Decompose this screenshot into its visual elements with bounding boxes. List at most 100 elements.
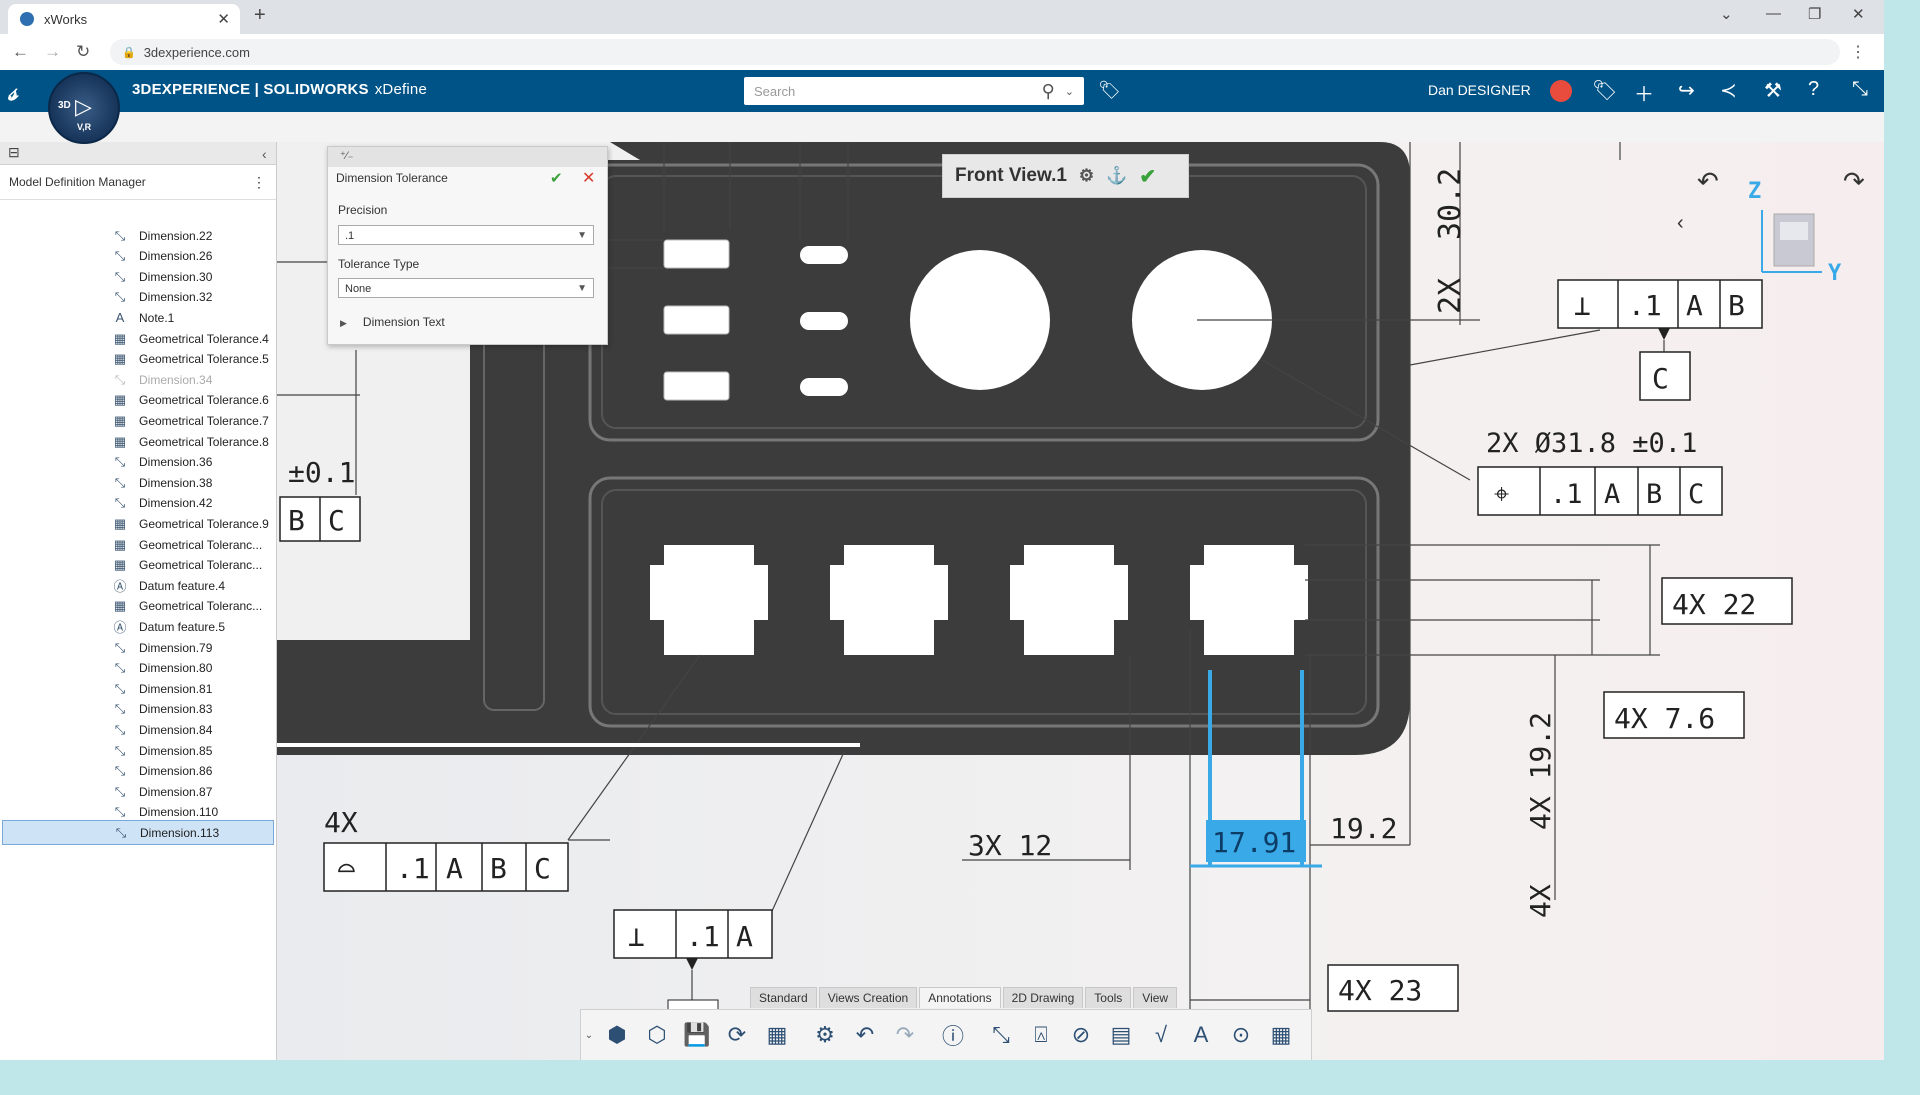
- close-window-icon[interactable]: ✕: [1852, 5, 1865, 23]
- view-properties-icon[interactable]: ⚙: [1079, 166, 1094, 186]
- dimension-icon: ⤡: [114, 763, 126, 779]
- view-confirm-icon[interactable]: ✔: [1139, 164, 1156, 189]
- tag-icon[interactable]: 🏷: [1098, 80, 1121, 101]
- svg-text:⊥: ⊥: [628, 920, 645, 953]
- tree-menu-icon[interactable]: ⋮: [252, 165, 266, 199]
- tree-item-label: Dimension.79: [139, 640, 213, 655]
- redo-icon[interactable]: ↷: [885, 1022, 925, 1048]
- notifications-icon[interactable]: 🏷: [1592, 78, 1617, 103]
- fcf-position: ⌖ .1 A B C: [1477, 466, 1723, 516]
- balloon-icon[interactable]: ⊙: [1221, 1022, 1261, 1048]
- tab-2d-drawing[interactable]: 2D Drawing: [1002, 987, 1084, 1008]
- search-icon[interactable]: ⚲: [1042, 81, 1055, 102]
- tree-item-label: Dimension.26: [139, 249, 213, 264]
- note-icon: A: [115, 310, 125, 326]
- dimension-icon: ⤡: [114, 804, 126, 820]
- gtol-tool-icon[interactable]: ▤: [1101, 1022, 1141, 1048]
- dimension-tool-icon[interactable]: ⤡: [981, 1022, 1021, 1048]
- favicon-icon: [20, 12, 34, 26]
- collapse-toolbar-icon[interactable]: ⌄: [581, 1030, 597, 1041]
- communicate-icon[interactable]: ≺: [1720, 78, 1737, 103]
- tree-item-label: Dimension.85: [139, 743, 213, 758]
- collapse-panel-icon[interactable]: ‹: [262, 146, 267, 162]
- new-tab-icon[interactable]: +: [254, 4, 266, 27]
- browser-tab[interactable]: xWorks ✕: [8, 4, 240, 34]
- back-icon[interactable]: ←: [12, 42, 29, 62]
- reload-icon[interactable]: ↻: [76, 42, 90, 62]
- close-tab-icon[interactable]: ✕: [217, 10, 230, 28]
- svg-text:4X: 4X: [1524, 884, 1557, 918]
- datum-feature-icon[interactable]: ⍓: [1021, 1022, 1061, 1048]
- share-icon[interactable]: ↪: [1678, 78, 1695, 103]
- add-icon[interactable]: ＋: [1634, 78, 1654, 107]
- tab-views-creation[interactable]: Views Creation: [818, 987, 918, 1008]
- tree-icon[interactable]: ⊟: [8, 144, 20, 161]
- datum-target-icon[interactable]: ⊘: [1061, 1022, 1101, 1048]
- forward-icon[interactable]: →: [44, 42, 61, 62]
- hole-note: 2X Ø31.8 ±0.1: [1486, 428, 1697, 459]
- tree-item[interactable]: ⤡ Dimension.113: [2, 820, 274, 846]
- cancel-button[interactable]: ✕: [582, 168, 595, 188]
- minimize-icon[interactable]: —: [1766, 5, 1781, 22]
- gtol-icon: ▦: [113, 515, 127, 531]
- compass-vr-label: V,R: [77, 122, 92, 132]
- browser-menu-icon[interactable]: ⋮: [1850, 42, 1866, 62]
- part-icon[interactable]: ⬡: [637, 1022, 677, 1048]
- tab-standard[interactable]: Standard: [750, 987, 817, 1008]
- rotate-right-icon[interactable]: ↷: [1843, 166, 1865, 197]
- save-icon[interactable]: 💾: [677, 1022, 717, 1048]
- undo-icon[interactable]: ↶: [845, 1022, 885, 1048]
- datum-icon: Ⓐ: [113, 620, 127, 636]
- svg-text:C: C: [534, 852, 551, 885]
- tree-item-label: Geometrical Tolerance.8: [139, 434, 269, 449]
- settings-icon[interactable]: ⚙: [805, 1022, 845, 1048]
- dim-3x-12: 3X 12: [968, 829, 1052, 862]
- dimension-icon: ⤡: [114, 227, 126, 243]
- tree-item-label: Geometrical Tolerance.6: [139, 393, 269, 408]
- roughness-icon[interactable]: √: [1141, 1022, 1181, 1048]
- view-3d-icon[interactable]: ⬢: [597, 1022, 637, 1048]
- lock-icon: 🔒: [122, 46, 136, 59]
- tolerance-type-select[interactable]: None ▼: [338, 278, 594, 298]
- search-input[interactable]: Search ⚲ ⌄: [744, 77, 1084, 105]
- layout-icon[interactable]: ▦: [757, 1022, 797, 1048]
- tree-item-label: Dimension.80: [139, 661, 213, 676]
- tree-item-label: Dimension.83: [139, 702, 213, 717]
- dimension-text-expander[interactable]: ▶ Dimension Text: [340, 315, 445, 329]
- text-icon[interactable]: A: [1181, 1022, 1221, 1048]
- tree-item-label: Geometrical Toleranc...: [139, 599, 263, 614]
- dimension-icon: ⤡: [114, 660, 126, 676]
- chevron-left-icon[interactable]: ‹: [1677, 212, 1684, 235]
- table-icon[interactable]: ▦: [1261, 1022, 1301, 1048]
- fullscreen-icon[interactable]: ⤡: [1852, 78, 1868, 101]
- rotate-left-icon[interactable]: ↶: [1697, 166, 1719, 197]
- svg-text:A: A: [736, 920, 753, 953]
- slot: [663, 371, 730, 401]
- view-anchor-icon[interactable]: ⚓: [1106, 166, 1127, 186]
- avatar[interactable]: [1550, 80, 1572, 102]
- url-text: 3dexperience.com: [143, 44, 250, 60]
- restore-icon[interactable]: ❐: [1808, 5, 1821, 23]
- axis-y-label: Y: [1828, 261, 1842, 286]
- tab-annotations[interactable]: Annotations: [919, 987, 1001, 1008]
- dim-4x-7-6: 4X 7.6: [1614, 702, 1715, 735]
- user-name[interactable]: Dan DESIGNER: [1428, 82, 1531, 98]
- tab-search-icon[interactable]: ⌄: [1720, 5, 1733, 23]
- front-view-banner[interactable]: Front View.1 ⚙ ⚓ ✔: [942, 154, 1189, 198]
- dimension-tolerance-panel: ⁺⁄₋ Dimension Tolerance ✔ ✕ Precision .1…: [327, 146, 608, 345]
- precision-label: Precision: [338, 203, 388, 217]
- chevron-down-icon[interactable]: ⌄: [1065, 85, 1074, 98]
- ds-logo-icon[interactable]: 𝓈: [8, 76, 18, 108]
- action-bar-tabs: Standard Views Creation Annotations 2D Draw…: [750, 987, 1179, 1008]
- tree-item-label: Dimension.81: [139, 681, 213, 696]
- tab-view[interactable]: View: [1133, 987, 1178, 1008]
- help-icon[interactable]: ?: [1808, 78, 1819, 101]
- help-icon[interactable]: ⓘ: [933, 1019, 973, 1051]
- precision-select[interactable]: .1 ▼: [338, 225, 594, 245]
- tab-tools[interactable]: Tools: [1085, 987, 1132, 1008]
- ok-button[interactable]: ✔: [550, 169, 563, 187]
- url-field[interactable]: 🔒 3dexperience.com: [110, 39, 1840, 65]
- compass-icon[interactable]: 3D ▷ V,R: [48, 72, 120, 144]
- tools-icon[interactable]: ⚒: [1764, 78, 1782, 103]
- refresh-icon[interactable]: ⟳: [717, 1022, 757, 1048]
